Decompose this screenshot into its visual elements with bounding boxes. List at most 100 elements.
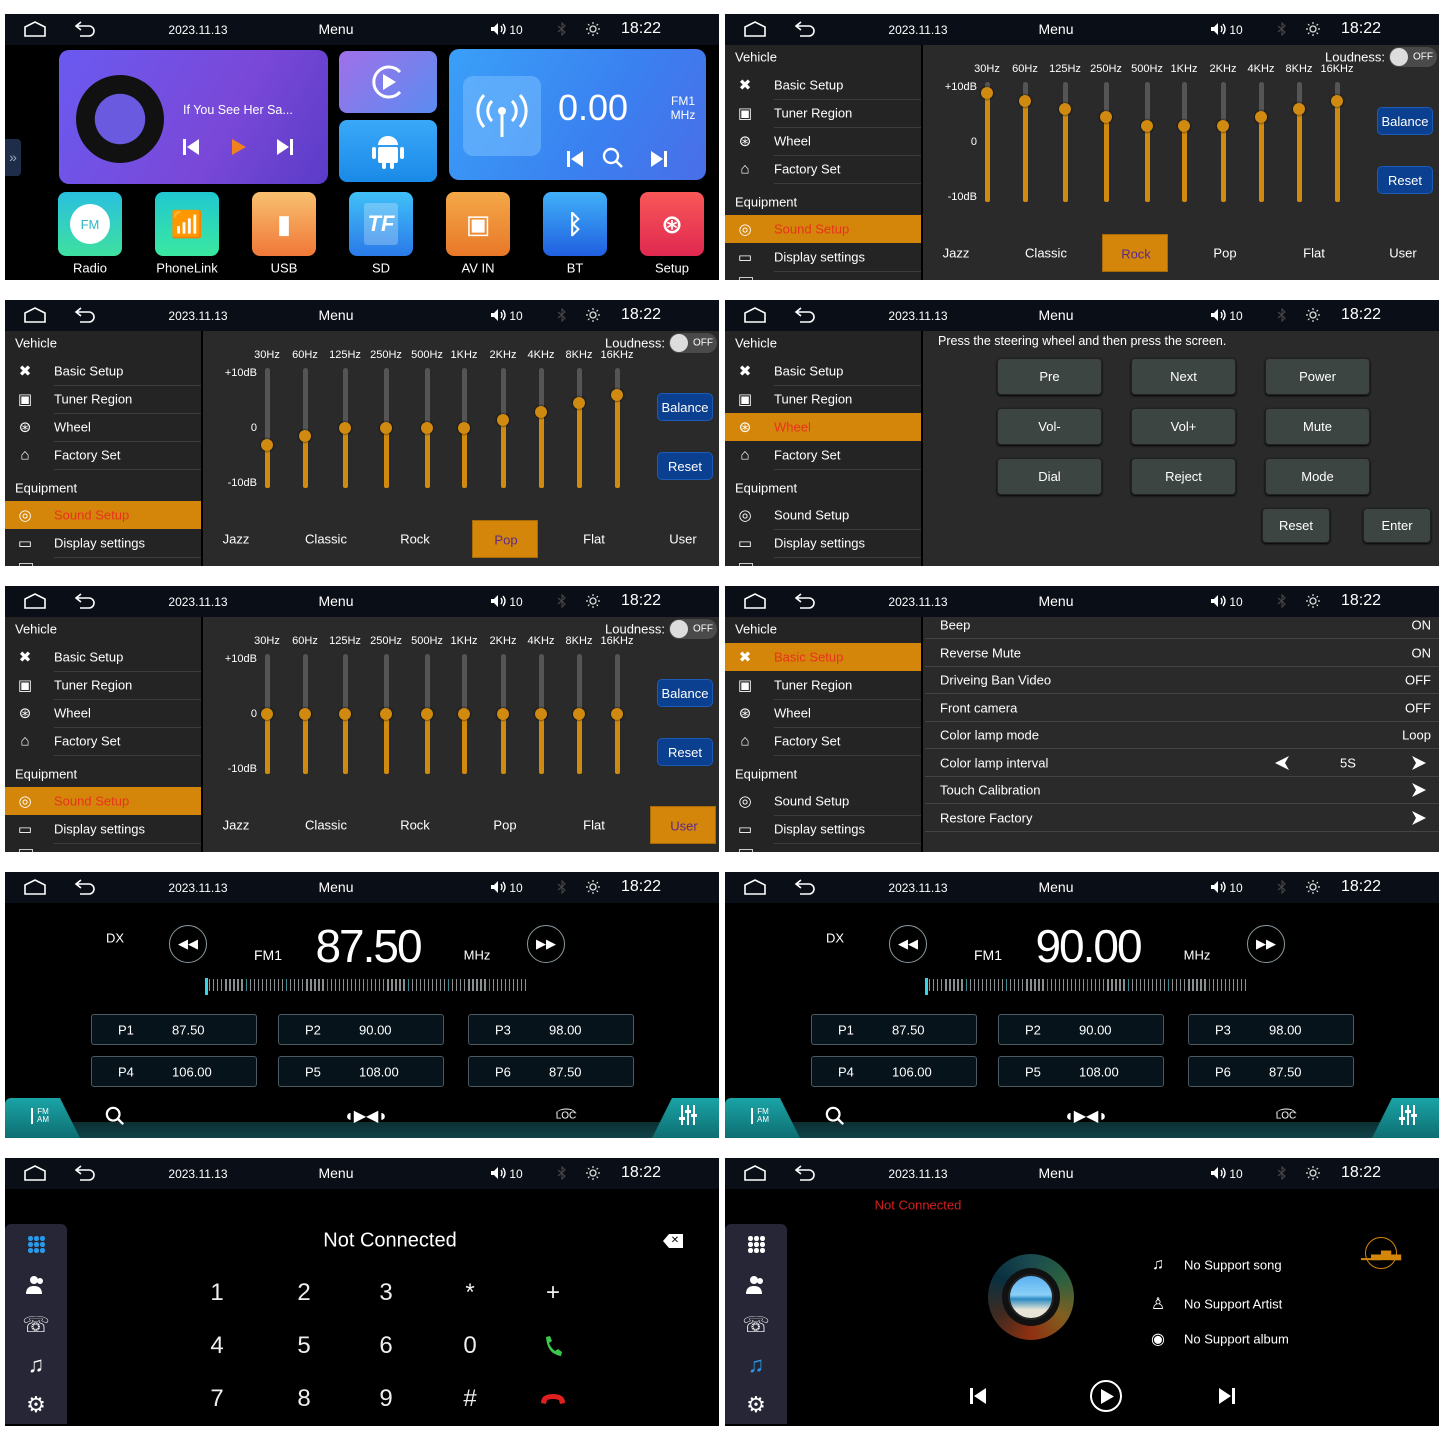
call-log-icon[interactable]: ☏ [11,1310,61,1340]
back-icon[interactable] [792,20,818,38]
preset-station-p3[interactable]: P3 98.00 [468,1014,634,1045]
setting-row-touch-calibration[interactable]: Touch Calibration [925,777,1439,804]
sidebar-item-factory-set[interactable]: ⌂ Factory Set [5,441,201,469]
eq-slider-knob-250Hz[interactable] [380,422,392,434]
sidebar-item-tuner-region[interactable]: ▣ Tuner Region [5,671,201,699]
menu-title[interactable]: Menu [318,1165,353,1181]
sidebar-item-tuner-region[interactable]: ▣ Tuner Region [5,385,201,413]
app-sd[interactable]: TF [349,192,413,256]
brightness-icon[interactable] [586,308,600,322]
sidebar-item-basic-setup[interactable]: ✖ Basic Setup [5,643,201,671]
next-track-button[interactable] [1217,1387,1237,1405]
eq-slider-knob-2KHz[interactable] [497,708,509,720]
eq-slider-knob-30Hz[interactable] [261,438,273,451]
preset-user[interactable]: User [1370,234,1436,272]
sidebar-item-basic-setup[interactable]: ✖ Basic Setup [725,71,921,99]
menu-title[interactable]: Menu [318,879,353,895]
eq-slider-knob-500Hz[interactable] [1141,119,1153,132]
sidebar-item-basic-setup[interactable]: ✖ Basic Setup [5,357,201,385]
brightness-icon[interactable] [1306,22,1320,36]
music-note-icon[interactable]: ♫ [731,1350,781,1380]
loc-icon[interactable]: LOC [1275,1108,1297,1122]
preset-station-p5[interactable]: P5 108.00 [278,1056,444,1087]
reset-button[interactable]: Reset [1262,508,1330,543]
brightness-icon[interactable] [586,880,600,894]
sidebar-item-display-settings[interactable]: ▭ Display settings [5,815,201,843]
wheel-key-vol-[interactable]: Vol- [997,408,1102,445]
enter-button[interactable]: Enter [1363,508,1431,543]
eq-slider-knob-500Hz[interactable] [421,708,433,720]
preset-station-p4[interactable]: P4 106.00 [811,1056,977,1087]
preset-station-p6[interactable]: P6 87.50 [468,1056,634,1087]
preset-classic[interactable]: Classic [293,806,359,844]
preset-station-p2[interactable]: P2 90.00 [278,1014,444,1045]
radio-widget[interactable]: 0.00 FM1 MHz [449,49,706,180]
settings-icon[interactable]: ⚙ [11,1390,61,1420]
wheel-key-reject[interactable]: Reject [1131,458,1236,495]
previous-icon[interactable] [181,138,201,156]
sidebar-item-sound-setup[interactable]: ◎ Sound Setup [725,501,921,529]
brightness-icon[interactable] [586,1166,600,1180]
wheel-key-power[interactable]: Power [1265,358,1370,395]
fm-am-icon[interactable]: FM AM [751,1108,771,1124]
app-setup[interactable]: ⊛ [640,192,704,256]
home-icon[interactable] [22,306,48,324]
seek-forward-button[interactable]: ▶▶ [1247,925,1285,963]
loudness-toggle[interactable]: OFF [669,333,717,353]
wheel-key-mute[interactable]: Mute [1265,408,1370,445]
preset-user[interactable]: User [650,520,716,558]
volume-icon[interactable] [490,880,508,894]
menu-title[interactable]: Menu [318,593,353,609]
sidebar-item-wheel[interactable]: ⊛ Wheel [725,699,921,727]
eq-slider-knob-2KHz[interactable] [497,413,509,426]
setting-row-front-camera[interactable]: Front camera OFF [925,695,1439,722]
eq-slider-knob-250Hz[interactable] [1100,111,1112,124]
loudness-toggle[interactable]: OFF [1389,47,1437,67]
volume-icon[interactable] [490,308,508,322]
sidebar-item-tuner-region[interactable]: ▣ Tuner Region [725,385,921,413]
loc-icon[interactable]: LOC [555,1108,577,1122]
eq-slider-knob-8KHz[interactable] [1293,103,1305,115]
preset-classic[interactable]: Classic [1013,234,1079,272]
reset-button[interactable]: Reset [657,738,713,766]
dial-key-3[interactable]: 3 [379,1279,392,1307]
home-icon[interactable] [22,1164,48,1182]
backspace-icon[interactable]: ✕ [663,1234,683,1248]
home-icon[interactable] [22,20,48,38]
home-icon[interactable] [22,878,48,896]
eq-slider-knob-2KHz[interactable] [1217,119,1229,132]
sidebar-item-basic-setup[interactable]: ✖ Basic Setup [725,643,921,671]
eq-slider-knob-125Hz[interactable] [339,422,351,434]
wheel-key-dial[interactable]: Dial [997,458,1102,495]
preset-rock[interactable]: Rock [382,806,448,844]
play-button[interactable] [1090,1380,1122,1412]
brightness-icon[interactable] [1306,308,1320,322]
eq-slider-knob-250Hz[interactable] [380,708,392,720]
dial-key-4[interactable]: 4 [210,1332,223,1360]
back-icon[interactable] [72,878,98,896]
preset-flat[interactable]: Flat [561,520,627,558]
back-icon[interactable] [792,592,818,610]
tuning-indicator[interactable] [925,978,928,995]
dial-key-8[interactable]: 8 [297,1385,310,1413]
balance-button[interactable]: Balance [1377,107,1433,135]
preset-station-p1[interactable]: P1 87.50 [811,1014,977,1045]
preset-pop[interactable]: Pop [472,806,538,844]
preset-flat[interactable]: Flat [1281,234,1347,272]
dial-key-5[interactable]: 5 [297,1332,310,1360]
app-phonelink[interactable]: 📶 [155,192,219,256]
sidebar-item-tuner-region[interactable]: ▣ Tuner Region [725,671,921,699]
app-bt[interactable]: ᛒ [543,192,607,256]
preset-station-p6[interactable]: P6 87.50 [1188,1056,1354,1087]
preset-jazz[interactable]: Jazz [203,520,269,558]
chevron-right-icon[interactable] [1411,810,1427,826]
volume-icon[interactable] [1210,22,1228,36]
volume-icon[interactable] [1210,880,1228,894]
back-icon[interactable] [72,1164,98,1182]
dial-key-1[interactable]: 1 [210,1279,223,1307]
sidebar-item-wheel[interactable]: ⊛ Wheel [5,413,201,441]
radio-search-icon[interactable] [602,147,624,169]
eq-slider-knob-4KHz[interactable] [1255,111,1267,124]
sidebar-item-display-settings[interactable]: ▭ Display settings [5,529,201,557]
wheel-key-mode[interactable]: Mode [1265,458,1370,495]
